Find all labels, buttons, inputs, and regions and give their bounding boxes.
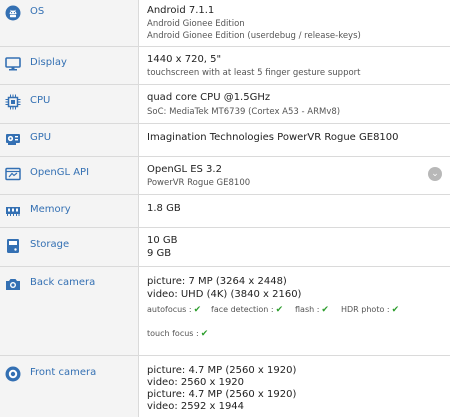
feature-flash-label: flash : [295, 305, 320, 314]
gpu-card-icon [6, 134, 20, 145]
spec-row-display: Display 1440 x 720, 5" touchscreen with … [0, 47, 450, 85]
expand-chevron-icon[interactable]: ⌄ [428, 167, 442, 181]
os-build: Android Gionee Edition (userdebug / rele… [147, 31, 361, 41]
storage-icon [7, 239, 19, 253]
android-os-icon [5, 5, 21, 21]
spec-label-front-camera: Front camera [30, 367, 97, 378]
spec-label-cpu: CPU [30, 95, 51, 106]
feature-autofocus-label: autofocus : [147, 305, 192, 314]
camera-icon [6, 279, 20, 290]
spec-label-gpu: GPU [30, 132, 52, 143]
display-touch: touchscreen with at least 5 finger gestu… [147, 68, 361, 78]
feature-flash: flash : ✔ [295, 305, 329, 315]
back-camera-picture: picture: 7 MP (3264 x 2448) [147, 276, 287, 287]
cpu-cores: quad core CPU @1.5GHz [147, 92, 271, 103]
spec-row-back-camera: Back camera picture: 7 MP (3264 x 2448) … [0, 267, 450, 356]
autofocus-check-icon: ✔ [193, 305, 202, 315]
feature-hdr-photo: HDR photo : ✔ [341, 305, 399, 315]
spec-row-cpu: CPU quad core CPU @1.5GHz SoC: MediaTek … [0, 85, 450, 124]
spec-label-cell: OS [0, 0, 139, 46]
spec-label-cell: Storage [0, 228, 139, 266]
spec-row-os: OS Android 7.1.1 Android Gionee Edition … [0, 0, 450, 47]
memory-size: 1.8 GB [147, 203, 181, 214]
display-resolution: 1440 x 720, 5" [147, 54, 222, 65]
touch-focus-check-icon: ✔ [200, 329, 209, 339]
front-camera-picture-1: picture: 4.7 MP (2560 x 1920) [147, 365, 297, 376]
spec-row-memory: Memory 1.8 GB [0, 195, 450, 228]
spec-label-memory: Memory [30, 204, 71, 215]
feature-touch-focus-label: touch focus : [147, 329, 199, 338]
spec-row-gpu: GPU Imagination Technologies PowerVR Rog… [0, 124, 450, 157]
os-version: Android 7.1.1 [147, 5, 215, 16]
front-camera-video-2: video: 2592 x 1944 [147, 401, 245, 412]
storage-total: 10 GB [147, 235, 178, 246]
spec-label-os: OS [30, 6, 45, 17]
flash-check-icon: ✔ [321, 305, 329, 315]
spec-label-cell: GPU [0, 124, 139, 156]
face-detection-check-icon: ✔ [275, 305, 284, 315]
hdr-photo-check-icon: ✔ [391, 305, 400, 315]
spec-label-cell: Memory [0, 195, 139, 227]
front-camera-icon [5, 366, 21, 382]
cpu-soc: SoC: MediaTek MT6739 (Cortex A53 - ARMv8… [147, 107, 341, 117]
os-edition: Android Gionee Edition [147, 19, 245, 29]
spec-label-cell: Front camera [0, 356, 139, 417]
feature-face-detection: face detection : ✔ [211, 305, 283, 315]
spec-row-front-camera: Front camera picture: 4.7 MP (2560 x 192… [0, 356, 450, 417]
memory-icon [6, 207, 20, 216]
spec-row-opengl: OpenGL API OpenGL ES 3.2 PowerVR Rogue G… [0, 157, 450, 195]
spec-label-storage: Storage [30, 239, 70, 250]
storage-available: 9 GB [147, 248, 172, 259]
spec-label-cell: OpenGL API [0, 157, 139, 194]
opengl-version: OpenGL ES 3.2 [147, 164, 222, 175]
feature-hdr-photo-label: HDR photo : [341, 305, 390, 314]
front-camera-video-1: video: 2560 x 1920 [147, 377, 245, 388]
feature-face-detection-label: face detection : [211, 305, 274, 314]
gpu-model: Imagination Technologies PowerVR Rogue G… [147, 132, 399, 143]
feature-autofocus: autofocus : ✔ [147, 305, 201, 315]
spec-label-back-camera: Back camera [30, 277, 96, 288]
cpu-chip-icon [5, 94, 21, 110]
spec-label-cell: Display [0, 47, 139, 84]
back-camera-video: video: UHD (4K) (3840 x 2160) [147, 289, 302, 300]
spec-label-cell: CPU [0, 85, 139, 123]
monitor-icon [5, 57, 21, 71]
feature-touch-focus: touch focus : ✔ [147, 329, 208, 339]
spec-label-opengl: OpenGL API [30, 167, 90, 178]
spec-label-cell: Back camera [0, 267, 139, 355]
front-camera-picture-2: picture: 4.7 MP (2560 x 1920) [147, 389, 297, 400]
spec-row-storage: Storage 10 GB 9 GB [0, 228, 450, 267]
opengl-icon [5, 167, 21, 181]
opengl-renderer: PowerVR Rogue GE8100 [147, 178, 251, 188]
spec-label-display: Display [30, 57, 67, 68]
